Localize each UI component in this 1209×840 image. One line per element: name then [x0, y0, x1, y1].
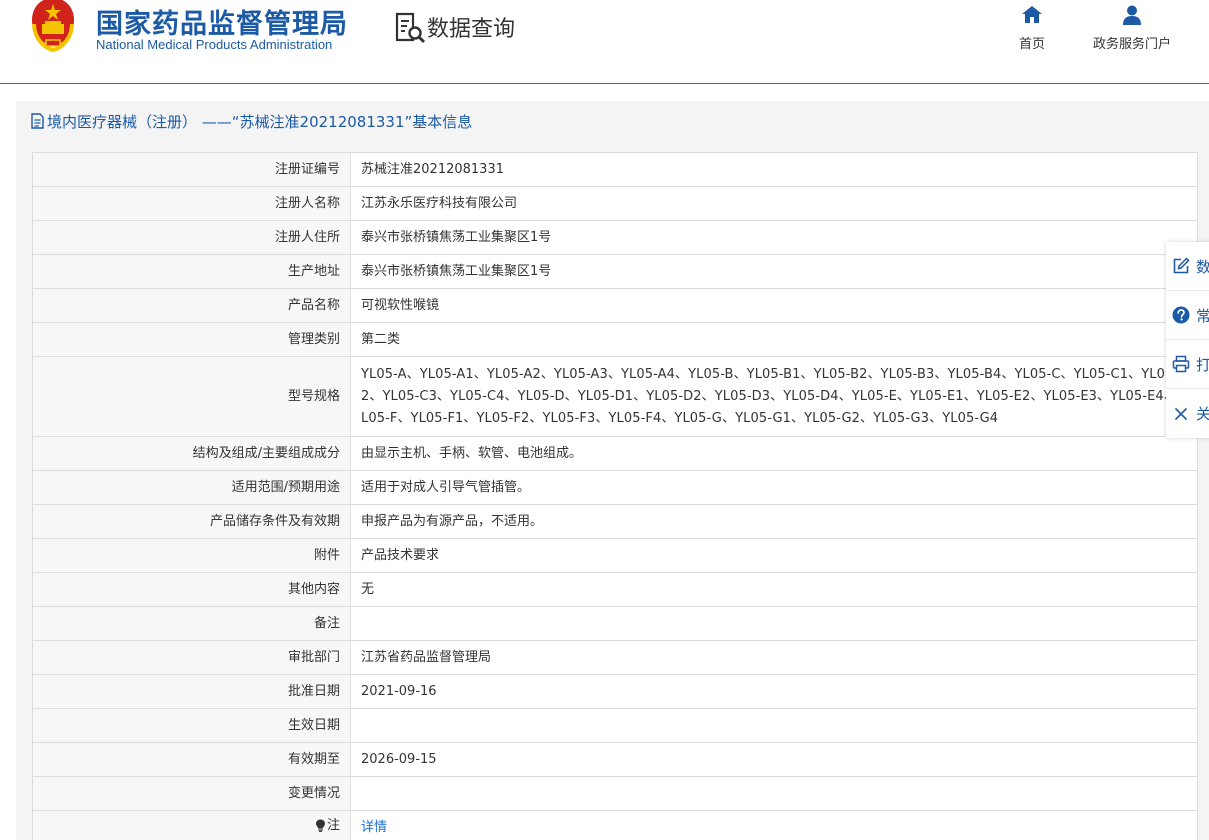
field-label: 生产地址: [32, 254, 351, 289]
table-row: 结构及组成/主要组成成分 由显示主机、手柄、软管、电池组成。: [32, 436, 1198, 471]
org-name-cn: 国家药品监督管理局: [96, 9, 348, 40]
close-icon: [1174, 407, 1188, 420]
table-row: 注册人住所 泰兴市张桥镇焦荡工业集聚区1号: [32, 220, 1198, 255]
field-label: 管理类别: [32, 322, 351, 357]
field-label: 型号规格: [32, 356, 351, 437]
field-value: 苏械注准20212081331: [350, 152, 1198, 187]
document-icon: [31, 113, 44, 129]
field-label: 产品储存条件及有效期: [32, 504, 351, 539]
field-value: 江苏永乐医疗科技有限公司: [350, 186, 1198, 221]
field-label: 批准日期: [32, 674, 351, 709]
table-row: 审批部门 江苏省药品监督管理局: [32, 640, 1198, 675]
table-row: 适用范围/预期用途 适用于对成人引导气管插管。: [32, 470, 1198, 505]
help-icon: [1172, 306, 1190, 324]
toolbar-item-close[interactable]: 关: [1166, 389, 1209, 438]
note-label-text: 注: [326, 817, 340, 833]
field-label: 适用范围/预期用途: [32, 470, 351, 505]
field-value: 2021-09-16: [350, 674, 1198, 709]
panel-title-text: 境内医疗器械（注册） ——“苏械注准20212081331”基本信息: [47, 112, 473, 131]
table-row: 附件 产品技术要求: [32, 538, 1198, 573]
field-value: 适用于对成人引导气管插管。: [350, 470, 1198, 505]
field-label: 备注: [32, 606, 351, 641]
details-link[interactable]: 详情: [361, 820, 387, 835]
toolbar-item-data[interactable]: 数: [1166, 242, 1209, 291]
field-label: 注册人名称: [32, 186, 351, 221]
field-value: [350, 606, 1198, 641]
table-row: 有效期至 2026-09-15: [32, 742, 1198, 777]
data-query-title: 数据查询: [393, 10, 515, 44]
toolbar-item-print[interactable]: 打: [1166, 340, 1209, 389]
table-row: 其他内容无: [32, 572, 1198, 607]
user-icon: [1123, 5, 1141, 25]
table-row: 产品名称 可视软性喉镜: [32, 288, 1198, 323]
toolbar-item-label: 关: [1196, 405, 1209, 423]
document-search-icon: [395, 12, 426, 44]
field-label: 有效期至: [32, 742, 351, 777]
field-label: 注册人住所: [32, 220, 351, 255]
table-row: 生产地址 泰兴市张桥镇焦荡工业集聚区1号: [32, 254, 1198, 289]
table-row: 变更情况: [32, 776, 1198, 811]
field-value: [350, 708, 1198, 743]
nav-service-portal[interactable]: 政务服务门户: [1084, 4, 1180, 52]
field-value: 泰兴市张桥镇焦荡工业集聚区1号: [350, 254, 1198, 289]
floating-toolbar: 数 常 打 关: [1166, 242, 1209, 438]
nav-home-label: 首页: [1018, 37, 1045, 52]
nav-home[interactable]: 首页: [1012, 4, 1052, 52]
field-value: 2026-09-15: [350, 742, 1198, 777]
home-icon: [1022, 6, 1042, 23]
table-row: 注册证编号 苏械注准20212081331: [32, 152, 1198, 187]
national-emblem-icon: [32, 0, 74, 52]
field-value: YL05-A、YL05-A1、YL05-A2、YL05-A3、YL05-A4、Y…: [350, 356, 1198, 437]
lightbulb-icon: [315, 819, 325, 833]
detail-panel: 境内医疗器械（注册） ——“苏械注准20212081331”基本信息 注册证编号…: [16, 101, 1209, 840]
field-label: 结构及组成/主要组成成分: [32, 436, 351, 471]
toolbar-item-label: 常: [1196, 305, 1209, 326]
field-label: 其他内容: [32, 572, 351, 607]
table-row: 注册人名称 江苏永乐医疗科技有限公司: [32, 186, 1198, 221]
device-info-table: 注册证编号 苏械注准20212081331 注册人名称 江苏永乐医疗科技有限公司 注…: [32, 152, 1198, 840]
field-value: 江苏省药品监督管理局: [350, 640, 1198, 675]
field-value: 可视软性喉镜: [350, 288, 1198, 323]
org-name-en: National Medical Products Administration: [96, 37, 333, 52]
field-label: 变更情况: [32, 776, 351, 811]
table-row: 管理类别 第二类: [32, 322, 1198, 357]
table-row: 备注: [32, 606, 1198, 641]
field-value: 申报产品为有源产品，不适用。: [350, 504, 1198, 539]
nav-service-portal-label: 政务服务门户: [1092, 37, 1171, 52]
table-row: 生效日期: [32, 708, 1198, 743]
field-label: 生效日期: [32, 708, 351, 743]
note-label-cell: 注: [32, 810, 351, 840]
field-value: 泰兴市张桥镇焦荡工业集聚区1号: [350, 220, 1198, 255]
field-label: 注册证编号: [32, 152, 351, 187]
toolbar-item-label: 打: [1196, 354, 1209, 375]
field-value: 无: [350, 572, 1198, 607]
note-value-cell: 详情: [350, 810, 1198, 840]
toolbar-item-help[interactable]: 常: [1166, 291, 1209, 340]
table-row: 型号规格 YL05-A、YL05-A1、YL05-A2、YL05-A3、YL05-…: [32, 356, 1198, 437]
field-label: 产品名称: [32, 288, 351, 323]
table-row: 产品储存条件及有效期 申报产品为有源产品，不适用。: [32, 504, 1198, 539]
site-header: 国家药品监督管理局 National Medical Products Admi…: [0, 0, 1209, 84]
field-label: 附件: [32, 538, 351, 573]
edit-icon: [1173, 257, 1190, 274]
print-icon: [1172, 355, 1190, 373]
toolbar-item-label: 数: [1196, 256, 1209, 277]
note-label: 注: [315, 815, 340, 837]
field-value: 产品技术要求: [350, 538, 1198, 573]
panel-title: 境内医疗器械（注册） ——“苏械注准20212081331”基本信息: [16, 101, 1209, 141]
table-row: 注 详情: [32, 810, 1198, 840]
field-value: [350, 776, 1198, 811]
data-query-label: 数据查询: [427, 17, 516, 42]
field-label: 审批部门: [32, 640, 351, 675]
field-value: 第二类: [350, 322, 1198, 357]
table-row: 批准日期 2021-09-16: [32, 674, 1198, 709]
field-value: 由显示主机、手柄、软管、电池组成。: [350, 436, 1198, 471]
